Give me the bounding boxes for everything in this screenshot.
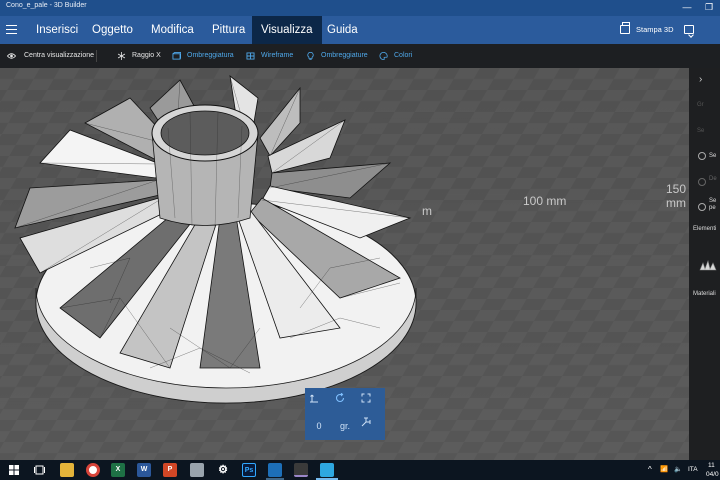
grid-label-150mm: 150 mm <box>666 182 687 210</box>
excel-icon[interactable]: X <box>111 463 125 477</box>
panel-item-5[interactable]: Se pe <box>709 198 719 212</box>
minimize-button[interactable]: — <box>676 0 698 16</box>
print-3d-button[interactable]: Stampa 3D <box>636 16 674 44</box>
properties-panel: › Gr Se Se De Se pe Elementi Materiali <box>689 68 720 460</box>
rotate-icon[interactable] <box>335 393 355 411</box>
network-icon[interactable]: 📶 <box>660 460 668 480</box>
view-toolbar: Centra visualizzazione Raggio X Ombreggi… <box>0 44 720 68</box>
3d-builder-active-icon[interactable] <box>294 463 308 477</box>
photoshop-icon[interactable]: Ps <box>242 463 256 477</box>
clock-date[interactable]: 04/0 <box>706 470 719 480</box>
panel-option-icon-3[interactable] <box>698 203 706 211</box>
3d-builder-icon[interactable] <box>320 463 334 477</box>
volume-icon[interactable]: 🔈 <box>674 460 682 480</box>
settings-icon[interactable]: ⚙ <box>216 463 230 477</box>
shading-icon <box>172 52 181 60</box>
shading-button[interactable]: Ombreggiatura <box>187 44 234 68</box>
angle-value[interactable]: 0 <box>309 417 329 435</box>
task-view-icon[interactable] <box>34 465 45 475</box>
tab-inserisci[interactable]: Inserisci <box>27 16 87 44</box>
shadows-button[interactable]: Ombreggiature <box>321 44 368 68</box>
grid-label-partial: m <box>422 204 432 218</box>
materials-heading: Materiali <box>693 291 716 297</box>
xray-button[interactable]: Raggio X <box>132 44 161 68</box>
keyboard-language[interactable]: ITA <box>688 460 698 480</box>
tab-pittura[interactable]: Pittura <box>203 16 254 44</box>
elements-heading: Elementi <box>693 226 717 232</box>
panel-item-2[interactable]: Se <box>697 128 704 134</box>
panel-item-1[interactable]: Gr <box>697 102 704 108</box>
wireframe-icon <box>246 52 255 60</box>
fit-view-icon[interactable] <box>361 393 381 411</box>
windows-taskbar: X W P ⚙ Ps ^ 📶 🔈 ITA 11 04/0 <box>0 460 720 480</box>
window-title: Cono_e_pale - 3D Builder <box>6 2 87 9</box>
center-view-button[interactable]: Centra visualizzazione <box>24 44 94 68</box>
panel-item-4[interactable]: De <box>709 176 717 182</box>
lightbulb-icon <box>307 52 314 60</box>
3d-viewport[interactable]: 100 mm 150 mm m 0 gr. <box>0 68 689 460</box>
tab-visualizza[interactable]: Visualizza <box>252 16 322 44</box>
maximize-button[interactable]: ❐ <box>698 0 720 16</box>
wireframe-button[interactable]: Wireframe <box>261 44 293 68</box>
hub-opening <box>160 110 250 156</box>
tab-oggetto[interactable]: Oggetto <box>83 16 142 44</box>
angle-unit: gr. <box>339 421 350 431</box>
tray-chevron-icon[interactable]: ^ <box>648 460 652 480</box>
element-thumbnail-icon[interactable] <box>699 260 717 272</box>
panel-item-3[interactable]: Se <box>709 153 716 159</box>
tab-guida[interactable]: Guida <box>318 16 367 44</box>
panel-option-icon-2[interactable] <box>698 178 706 186</box>
menu-bar: Inserisci Oggetto Modifica Pittura Visua… <box>0 16 720 44</box>
palette-icon <box>379 52 388 60</box>
grid-label-100mm: 100 mm <box>523 194 567 208</box>
navigation-widget: 0 gr. <box>305 388 385 440</box>
print-3d-icon[interactable] <box>620 22 630 34</box>
move-icon[interactable] <box>309 393 329 411</box>
chrome-icon[interactable] <box>86 463 100 477</box>
toolbar-divider <box>96 50 97 62</box>
hamburger-menu-icon[interactable] <box>6 25 17 35</box>
printer-app-icon[interactable] <box>190 463 204 477</box>
start-icon[interactable] <box>9 465 19 475</box>
feedback-icon[interactable] <box>684 25 694 34</box>
tab-modifica[interactable]: Modifica <box>142 16 203 44</box>
file-explorer-icon[interactable] <box>60 463 74 477</box>
powerpoint-icon[interactable]: P <box>163 463 177 477</box>
eye-icon <box>7 53 16 59</box>
title-bar: Cono_e_pale - 3D Builder — ❐ <box>0 0 720 16</box>
presentation-app-icon[interactable] <box>268 463 282 477</box>
xray-icon <box>117 52 126 60</box>
colors-button[interactable]: Colori <box>394 44 412 68</box>
word-icon[interactable]: W <box>137 463 151 477</box>
collapse-panel-icon[interactable]: › <box>699 74 702 85</box>
panel-option-icon[interactable] <box>698 152 706 160</box>
snap-icon[interactable] <box>361 417 381 435</box>
